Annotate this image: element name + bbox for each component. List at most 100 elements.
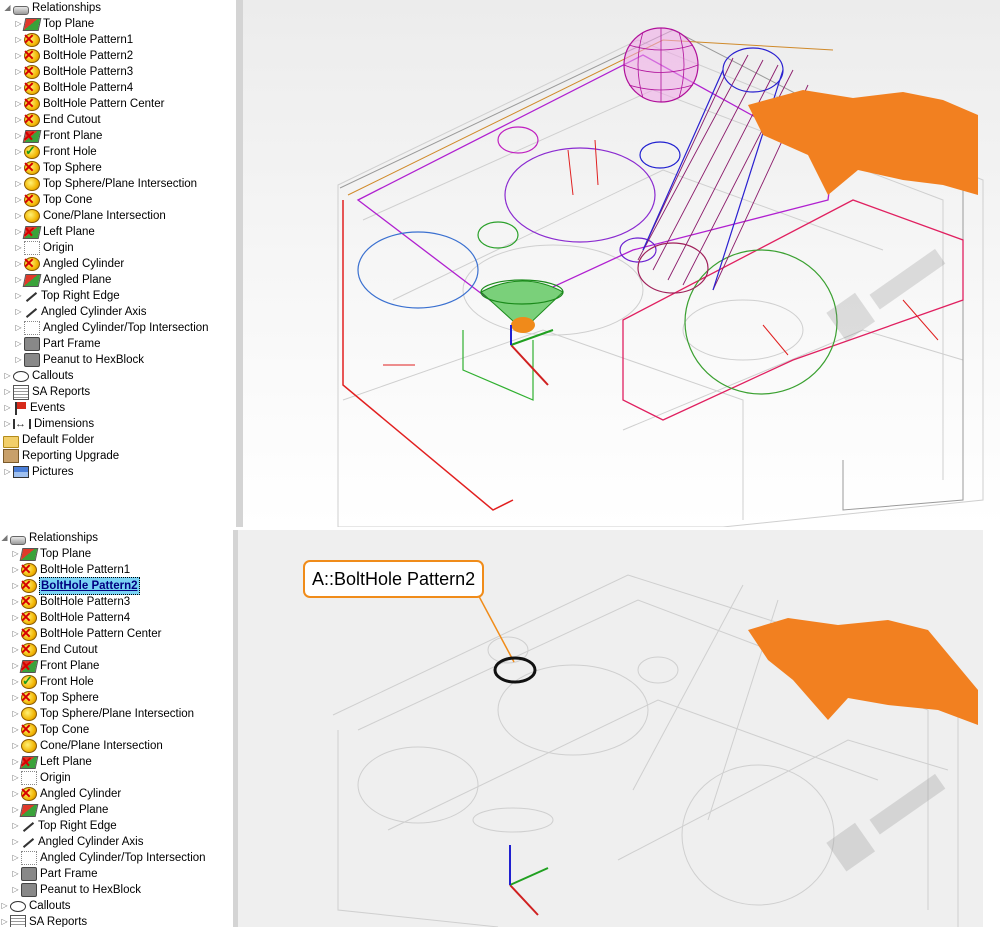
tree-item-reporting-upgrade[interactable]: Reporting Upgrade bbox=[3, 448, 120, 464]
expand-arrow-icon[interactable]: ▷ bbox=[14, 48, 23, 64]
tree-item-relationships[interactable]: ◢ Relationships bbox=[0, 530, 99, 546]
tree-item-top-right-edge[interactable]: ▷ Top Right Edge bbox=[11, 818, 118, 834]
tree-item-bolthole-pattern2[interactable]: ▷ BoltHole Pattern2 bbox=[14, 47, 134, 64]
tree-item-front-hole[interactable]: ▷ Front Hole bbox=[14, 143, 98, 160]
tree-item-front-plane[interactable]: ▷Front Plane bbox=[14, 128, 103, 144]
tree-item-top-sphere[interactable]: ▷ Top Sphere bbox=[14, 159, 103, 176]
tree-item-default-folder[interactable]: Default Folder bbox=[3, 432, 95, 448]
expand-arrow-icon[interactable]: ▷ bbox=[14, 320, 23, 336]
tree-splitter-top[interactable] bbox=[236, 0, 243, 527]
expand-arrow-icon[interactable]: ▷ bbox=[14, 16, 23, 32]
expand-arrow-icon[interactable]: ▷ bbox=[14, 240, 23, 256]
expand-arrow-icon[interactable]: ▷ bbox=[0, 898, 9, 914]
expand-arrow-icon[interactable]: ▷ bbox=[3, 416, 12, 432]
graphics-viewport-top[interactable] bbox=[243, 0, 1000, 527]
tree-item-angled-cylinder-top-intersection[interactable]: ▷ Angled Cylinder/Top Intersection bbox=[14, 320, 210, 336]
expand-arrow-icon[interactable]: ▷ bbox=[3, 400, 12, 416]
expand-arrow-icon[interactable]: ▷ bbox=[11, 882, 20, 898]
tree-item-front-plane[interactable]: ▷Front Plane bbox=[11, 658, 100, 674]
expand-arrow-icon[interactable]: ▷ bbox=[14, 64, 23, 80]
expand-arrow-icon[interactable]: ▷ bbox=[3, 384, 12, 400]
tree-item-angled-plane[interactable]: ▷ Angled Plane bbox=[11, 802, 109, 818]
expand-arrow-icon[interactable]: ▷ bbox=[11, 738, 20, 754]
expand-arrow-icon[interactable]: ▷ bbox=[14, 352, 23, 368]
tree-item-part-frame[interactable]: ▷ Part Frame bbox=[11, 866, 99, 882]
collapse-arrow-icon[interactable]: ◢ bbox=[0, 530, 9, 546]
expand-arrow-icon[interactable]: ▷ bbox=[11, 850, 20, 866]
expand-arrow-icon[interactable]: ▷ bbox=[0, 914, 9, 927]
expand-arrow-icon[interactable]: ▷ bbox=[14, 256, 23, 272]
tree-item-left-plane[interactable]: ▷Left Plane bbox=[14, 224, 96, 240]
expand-arrow-icon[interactable]: ▷ bbox=[11, 546, 20, 562]
tree-item-sa-reports[interactable]: ▷ SA Reports bbox=[3, 384, 91, 400]
tree-item-top-sphere-plane-intersection[interactable]: ▷ Top Sphere/Plane Intersection bbox=[11, 706, 195, 722]
tree-item-origin[interactable]: ▷ Origin bbox=[11, 770, 72, 786]
expand-arrow-icon[interactable]: ▷ bbox=[14, 192, 23, 208]
tree-item-bolthole-pattern2[interactable]: ▷ BoltHole Pattern2 bbox=[11, 577, 140, 595]
tree-item-bolthole-pattern4[interactable]: ▷ BoltHole Pattern4 bbox=[11, 609, 131, 626]
tree-item-bolthole-pattern1[interactable]: ▷ BoltHole Pattern1 bbox=[11, 561, 131, 578]
expand-arrow-icon[interactable]: ▷ bbox=[11, 594, 20, 610]
tree-item-pictures[interactable]: ▷ Pictures bbox=[3, 464, 75, 480]
expand-arrow-icon[interactable]: ▷ bbox=[11, 706, 20, 722]
tree-item-bolthole-pattern1[interactable]: ▷ BoltHole Pattern1 bbox=[14, 31, 134, 48]
tree-item-callouts[interactable]: ▷ Callouts bbox=[0, 898, 72, 914]
tree-item-relationships[interactable]: ◢ Relationships bbox=[3, 0, 102, 16]
expand-arrow-icon[interactable]: ▷ bbox=[11, 562, 20, 578]
tree-item-cone-plane-intersection[interactable]: ▷ Cone/Plane Intersection bbox=[14, 208, 167, 224]
tree-item-bolthole-pattern3[interactable]: ▷ BoltHole Pattern3 bbox=[11, 593, 131, 610]
expand-arrow-icon[interactable]: ▷ bbox=[3, 368, 12, 384]
tree-item-top-plane[interactable]: ▷ Top Plane bbox=[14, 16, 95, 32]
tree-item-peanut-to-hexblock[interactable]: ▷ Peanut to HexBlock bbox=[14, 352, 145, 368]
tree-item-bolthole-pattern-center[interactable]: ▷ BoltHole Pattern Center bbox=[14, 95, 165, 112]
expand-arrow-icon[interactable]: ▷ bbox=[14, 32, 23, 48]
expand-arrow-icon[interactable]: ▷ bbox=[14, 144, 23, 160]
expand-arrow-icon[interactable]: ▷ bbox=[11, 610, 20, 626]
expand-arrow-icon[interactable]: ▷ bbox=[14, 80, 23, 96]
callout-bolthole-pattern2[interactable]: A::BoltHole Pattern2 bbox=[303, 560, 485, 598]
expand-arrow-icon[interactable]: ▷ bbox=[11, 834, 20, 850]
expand-arrow-icon[interactable]: ▷ bbox=[11, 578, 20, 594]
expand-arrow-icon[interactable]: ▷ bbox=[11, 770, 20, 786]
tree-item-origin[interactable]: ▷ Origin bbox=[14, 240, 75, 256]
expand-arrow-icon[interactable]: ▷ bbox=[11, 866, 20, 882]
tree-item-end-cutout[interactable]: ▷ End Cutout bbox=[14, 111, 102, 128]
tree-item-bolthole-pattern-center[interactable]: ▷ BoltHole Pattern Center bbox=[11, 625, 162, 642]
tree-item-dimensions[interactable]: ▷ Dimensions bbox=[3, 416, 95, 432]
tree-item-cone-plane-intersection[interactable]: ▷ Cone/Plane Intersection bbox=[11, 738, 164, 754]
tree-item-top-sphere-plane-intersection[interactable]: ▷ Top Sphere/Plane Intersection bbox=[14, 176, 198, 192]
expand-arrow-icon[interactable]: ▷ bbox=[11, 786, 20, 802]
expand-arrow-icon[interactable]: ▷ bbox=[11, 818, 20, 834]
tree-item-peanut-to-hexblock[interactable]: ▷ Peanut to HexBlock bbox=[11, 882, 142, 898]
tree-item-bolthole-pattern3[interactable]: ▷ BoltHole Pattern3 bbox=[14, 63, 134, 80]
expand-arrow-icon[interactable]: ▷ bbox=[11, 642, 20, 658]
tree-item-events[interactable]: ▷ Events bbox=[3, 400, 66, 416]
expand-arrow-icon[interactable]: ▷ bbox=[14, 112, 23, 128]
tree-item-bolthole-pattern4[interactable]: ▷ BoltHole Pattern4 bbox=[14, 79, 134, 96]
tree-item-top-plane[interactable]: ▷ Top Plane bbox=[11, 546, 92, 562]
tree-item-angled-cylinder-top-intersection[interactable]: ▷ Angled Cylinder/Top Intersection bbox=[11, 850, 207, 866]
tree-item-part-frame[interactable]: ▷ Part Frame bbox=[14, 336, 102, 352]
expand-arrow-icon[interactable]: ▷ bbox=[14, 208, 23, 224]
expand-arrow-icon[interactable]: ▷ bbox=[11, 690, 20, 706]
tree-item-callouts[interactable]: ▷ Callouts bbox=[3, 368, 75, 384]
expand-arrow-icon[interactable]: ▷ bbox=[14, 272, 23, 288]
tree-item-top-right-edge[interactable]: ▷ Top Right Edge bbox=[14, 288, 121, 304]
expand-arrow-icon[interactable]: ▷ bbox=[11, 626, 20, 642]
expand-arrow-icon[interactable]: ▷ bbox=[14, 288, 23, 304]
expand-arrow-icon[interactable]: ▷ bbox=[14, 96, 23, 112]
expand-arrow-icon[interactable]: ▷ bbox=[14, 160, 23, 176]
tree-item-angled-plane[interactable]: ▷ Angled Plane bbox=[14, 272, 112, 288]
tree-item-top-cone[interactable]: ▷ Top Cone bbox=[11, 721, 90, 738]
expand-arrow-icon[interactable]: ▷ bbox=[14, 176, 23, 192]
tree-item-sa-reports[interactable]: ▷ SA Reports bbox=[0, 914, 88, 927]
tree-item-top-cone[interactable]: ▷ Top Cone bbox=[14, 191, 93, 208]
tree-item-angled-cylinder-axis[interactable]: ▷ Angled Cylinder Axis bbox=[11, 834, 144, 850]
tree-item-front-hole[interactable]: ▷ Front Hole bbox=[11, 673, 95, 690]
collapse-arrow-icon[interactable]: ◢ bbox=[3, 0, 12, 16]
expand-arrow-icon[interactable]: ▷ bbox=[14, 304, 23, 320]
expand-arrow-icon[interactable]: ▷ bbox=[3, 464, 12, 480]
tree-item-angled-cylinder[interactable]: ▷ Angled Cylinder bbox=[11, 785, 122, 802]
tree-item-left-plane[interactable]: ▷Left Plane bbox=[11, 754, 93, 770]
expand-arrow-icon[interactable]: ▷ bbox=[11, 722, 20, 738]
